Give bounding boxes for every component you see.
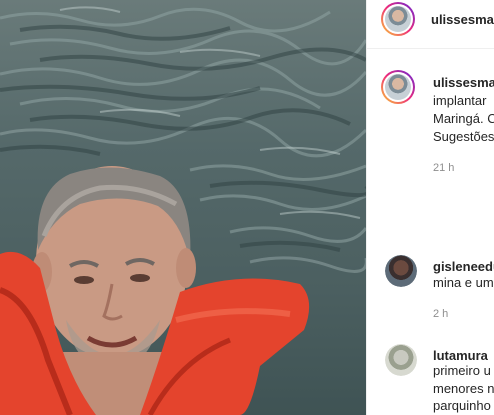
comment-2-line-2: menores n [433, 381, 494, 396]
post-photo[interactable] [0, 0, 366, 415]
caption-username[interactable]: ulissesma [433, 75, 494, 90]
photo-scene [0, 6, 366, 415]
header-username[interactable]: ulissesmai [431, 12, 494, 27]
profile-avatar-icon [385, 6, 411, 32]
commenter-avatar-icon [385, 255, 417, 287]
comment-1-username[interactable]: gisleneedu [433, 259, 494, 274]
caption-line-2: Maringá. C [433, 111, 494, 126]
comment-1-text: mina e um [433, 275, 494, 290]
header-profile-avatar[interactable] [381, 2, 415, 36]
caption-profile-avatar[interactable] [381, 70, 415, 104]
commenter-avatar-icon [385, 344, 417, 376]
header-divider [367, 48, 494, 49]
comment-2-username[interactable]: lutamura [433, 348, 488, 363]
comment-2-line-1: primeiro u [433, 363, 491, 378]
profile-avatar-icon [385, 74, 411, 100]
caption-line-1: implantar [433, 93, 487, 108]
comment-2-line-3: parquinho [433, 398, 491, 413]
commenter-avatar-1[interactable] [385, 255, 417, 287]
caption-timestamp[interactable]: 21 h [433, 162, 454, 174]
post-sidebar: ulissesmai ulissesma implantar Maringá. … [366, 0, 494, 415]
comment-1-timestamp[interactable]: 2 h [433, 308, 448, 320]
commenter-avatar-2[interactable] [385, 344, 417, 376]
caption-line-3: Sugestões [433, 129, 494, 144]
